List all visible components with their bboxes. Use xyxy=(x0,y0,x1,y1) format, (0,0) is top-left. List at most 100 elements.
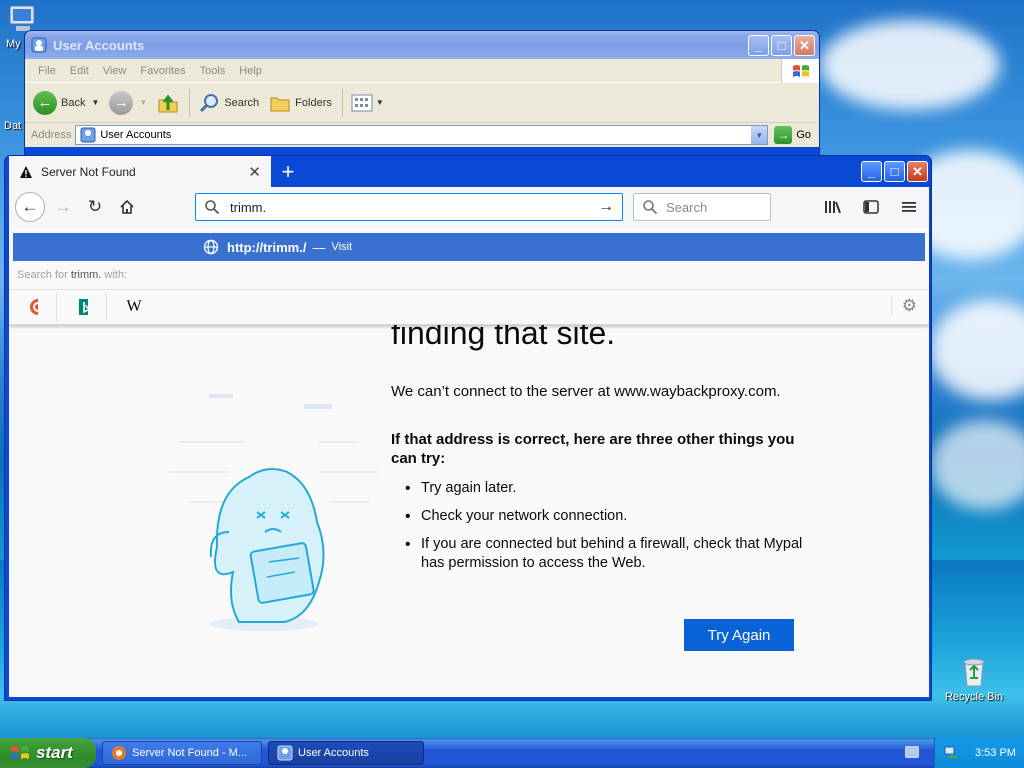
search-with-label: Search for trimm. with: xyxy=(17,269,127,281)
new-tab-button[interactable]: + xyxy=(271,156,305,187)
desktop-icon-label: My xyxy=(6,38,21,50)
cloud xyxy=(820,20,1000,110)
go-arrow-icon[interactable]: → xyxy=(598,198,614,216)
address-label: Address xyxy=(31,129,72,141)
desktop-icon-label: Dat xyxy=(4,120,22,132)
views-button[interactable]: ▼ xyxy=(351,94,384,112)
back-button[interactable]: ← Back ▼ xyxy=(33,90,100,115)
close-button[interactable]: ✕ xyxy=(907,161,928,182)
list-item: Try again later. xyxy=(391,479,811,498)
sad-dinosaur-illustration xyxy=(169,394,379,631)
tab-title: Server Not Found xyxy=(41,164,136,179)
network-icon[interactable] xyxy=(943,745,959,761)
error-suggestion-list: Try again later. Check your network conn… xyxy=(391,479,811,582)
back-arrow-icon: ← xyxy=(33,90,57,115)
suggestion-dash: — xyxy=(312,239,326,255)
bing-icon xyxy=(79,298,88,315)
minimize-button[interactable]: _ xyxy=(861,161,882,182)
search-button[interactable]: Search xyxy=(198,92,259,114)
forward-button[interactable]: → ▼ xyxy=(109,90,147,115)
list-item: If you are connected but behind a firewa… xyxy=(391,535,811,573)
maximize-button[interactable]: □ xyxy=(884,161,905,182)
bing-engine-button[interactable] xyxy=(79,292,107,321)
warning-icon xyxy=(20,165,32,178)
url-bar[interactable]: trimm. → xyxy=(195,193,623,221)
search-with-suffix: with: xyxy=(104,269,128,281)
explorer-title: User Accounts xyxy=(53,37,145,53)
user-accounts-icon xyxy=(31,37,47,53)
up-folder-icon xyxy=(158,94,178,112)
close-icon[interactable]: ✕ xyxy=(248,163,261,181)
keyboard-icon[interactable] xyxy=(905,746,919,758)
explorer-toolbar: ← Back ▼ → ▼ Search Folders ▼ xyxy=(25,83,819,123)
address-field[interactable]: User Accounts ▼ xyxy=(75,125,769,145)
sidebar-button[interactable] xyxy=(857,193,885,221)
hamburger-icon xyxy=(902,202,916,212)
close-button[interactable]: ✕ xyxy=(794,34,815,56)
back-arrow-icon: ← xyxy=(21,197,39,216)
suggestion-row[interactable]: http://trimm./ — Visit xyxy=(13,233,925,261)
library-button[interactable] xyxy=(819,193,847,221)
start-button[interactable]: start xyxy=(0,738,96,768)
search-label: Search xyxy=(224,96,260,109)
chevron-down-icon: ▼ xyxy=(375,98,384,107)
folders-button[interactable]: Folders xyxy=(269,92,332,114)
forward-arrow-icon: → xyxy=(109,90,134,115)
menu-button[interactable] xyxy=(895,193,923,221)
menu-tools[interactable]: Tools xyxy=(200,65,226,77)
taskbar-item-browser[interactable]: Server Not Found - M... xyxy=(102,741,262,765)
back-button[interactable]: ← xyxy=(15,192,45,222)
taskbar-item-user-accounts[interactable]: User Accounts xyxy=(268,741,424,765)
search-with-term: trimm. xyxy=(70,269,102,281)
gear-icon[interactable]: ⚙ xyxy=(890,296,917,316)
url-input-value: trimm. xyxy=(230,199,267,215)
user-accounts-icon xyxy=(277,745,293,761)
duckduckgo-engine-button[interactable] xyxy=(29,292,57,321)
chevron-down-icon[interactable]: ▼ xyxy=(751,126,768,144)
chevron-down-icon: ▼ xyxy=(91,98,100,107)
forward-button[interactable]: → xyxy=(49,193,77,221)
try-again-button[interactable]: Try Again xyxy=(684,619,794,651)
menu-favorites[interactable]: Favorites xyxy=(140,65,185,77)
menu-edit[interactable]: Edit xyxy=(70,65,89,77)
forward-arrow-icon: → xyxy=(54,197,72,216)
reload-button[interactable]: ↻ xyxy=(81,193,109,221)
search-bar[interactable]: Search xyxy=(633,193,771,221)
toolbar-separator xyxy=(189,88,191,117)
minimize-button[interactable]: _ xyxy=(748,34,769,56)
sidebar-icon xyxy=(863,200,879,214)
reload-icon: ↻ xyxy=(87,197,103,216)
go-label: Go xyxy=(796,129,811,141)
wikipedia-icon: W xyxy=(126,297,142,315)
clock[interactable]: 3:53 PM xyxy=(975,747,1016,759)
search-icon xyxy=(200,93,219,112)
browser-navbar: ← → ↻ trimm. → Search xyxy=(9,187,929,227)
tab-server-not-found[interactable]: Server Not Found ✕ xyxy=(9,156,271,187)
menu-help[interactable]: Help xyxy=(239,65,262,77)
desktop-icon-recycle-bin[interactable]: Recycle Bin xyxy=(939,656,1009,703)
explorer-titlebar[interactable]: User Accounts _ □ ✕ xyxy=(25,31,819,59)
browser-titlebar[interactable]: Server Not Found ✕ + _ □ ✕ xyxy=(5,156,931,187)
search-engine-bar: W ⚙ xyxy=(9,289,929,323)
recycle-bin-icon xyxy=(963,658,985,687)
views-icon xyxy=(351,94,373,111)
windows-logo-icon xyxy=(781,59,819,83)
wikipedia-engine-button[interactable]: W xyxy=(126,293,157,321)
explorer-menubar: File Edit View Favorites Tools Help xyxy=(25,59,819,83)
maximize-button[interactable]: □ xyxy=(771,34,792,56)
up-folder-button[interactable] xyxy=(157,92,179,114)
taskbar-item-label: Server Not Found - M... xyxy=(132,747,247,759)
windows-logo-icon xyxy=(11,746,29,759)
go-arrow-icon: → xyxy=(774,126,793,144)
browser-window: Server Not Found ✕ + _ □ ✕ ← → ↻ trimm. … xyxy=(4,155,932,701)
start-label: start xyxy=(36,743,73,762)
home-icon xyxy=(120,199,134,214)
go-button[interactable]: → Go xyxy=(774,126,811,144)
search-with-prefix: Search for xyxy=(17,269,68,281)
home-button[interactable] xyxy=(113,193,141,221)
library-icon xyxy=(825,201,841,214)
folder-icon xyxy=(270,97,290,111)
menu-view[interactable]: View xyxy=(103,65,127,77)
menu-file[interactable]: File xyxy=(38,65,56,77)
address-value: User Accounts xyxy=(100,129,172,141)
